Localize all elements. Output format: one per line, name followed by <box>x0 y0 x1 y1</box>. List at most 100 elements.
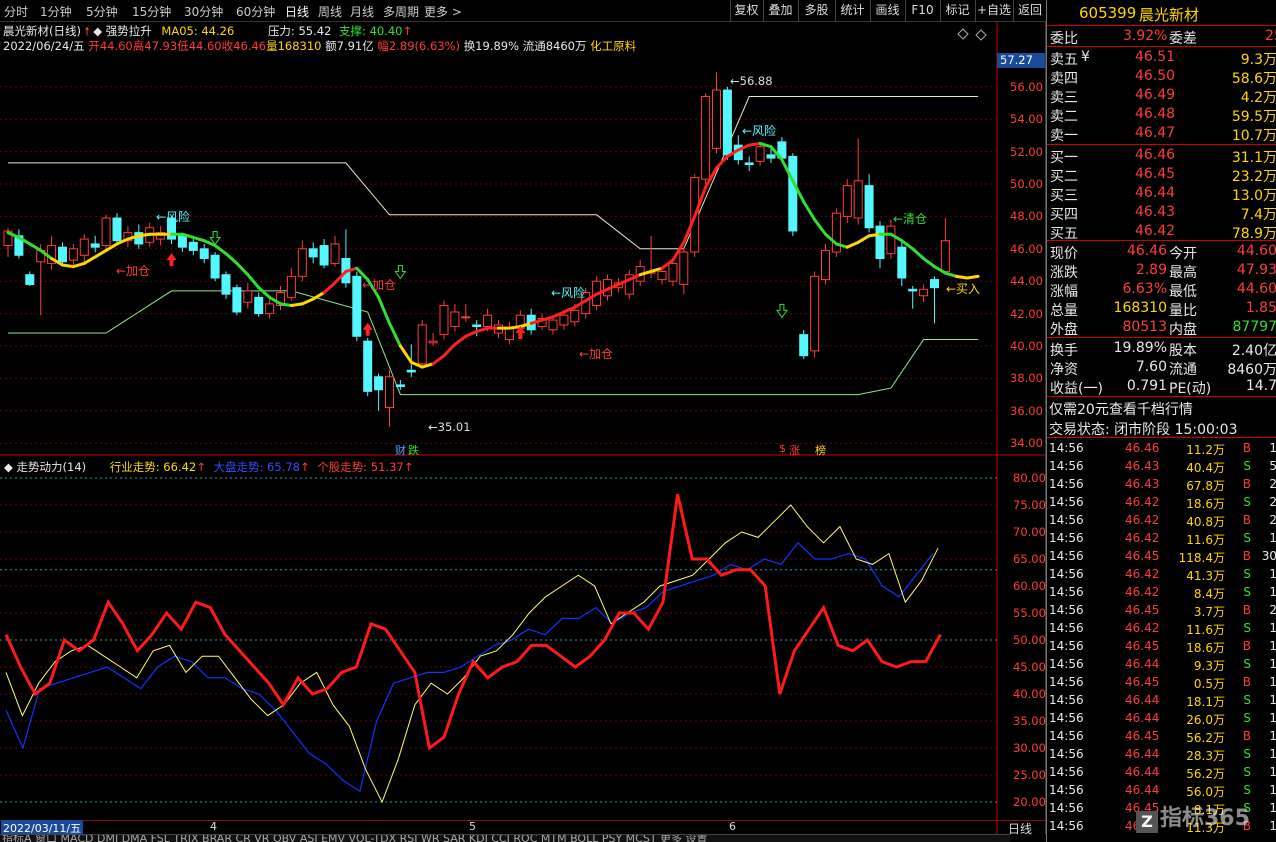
tick-row: 14:56 46.42 40.8万 B 2 <box>1047 511 1276 529</box>
tick-volume: 26.0万 <box>1186 713 1225 727</box>
tick-count: 1 <box>1269 783 1276 797</box>
candle-body <box>101 217 111 247</box>
tick-direction: B <box>1242 441 1251 455</box>
candle-body <box>450 311 460 328</box>
tick-volume: 18.6万 <box>1186 641 1225 655</box>
candle-body <box>483 314 493 328</box>
divider <box>1047 144 1276 145</box>
tick-direction: S <box>1243 567 1251 581</box>
trade-state: 交易状态: 闭市阶段 15:00:03 <box>1049 422 1238 438</box>
tick-time: 14:56 <box>1049 477 1084 491</box>
tick-row: 14:56 46.44 28.3万 S 1 <box>1047 745 1276 763</box>
candle-body <box>406 369 416 373</box>
order-price: 46.44 <box>1135 185 1176 201</box>
candle-body <box>559 314 569 326</box>
order-price: 46.43 <box>1135 204 1176 220</box>
tick-count: 1 <box>1269 531 1276 545</box>
tick-price: 46.43 <box>1125 477 1160 491</box>
candle-body <box>308 248 318 258</box>
tick-price: 46.45 <box>1125 675 1160 689</box>
tick-direction: S <box>1243 693 1251 707</box>
month-label: 4 <box>210 820 217 833</box>
tick-time: 14:56 <box>1049 639 1084 653</box>
indicator-tab-bar[interactable]: 指标A 窗口 MACD DMI DMA FSL TRIX BRAR CR VR … <box>0 834 1010 842</box>
signal-line-segment <box>954 274 969 280</box>
sell-order-row: 卖一 46.47 10.7万 <box>1047 124 1276 144</box>
candle-body <box>886 225 896 255</box>
price-tick-label: 34.00 <box>1010 436 1043 451</box>
stat-value: 1.85 <box>1245 300 1276 316</box>
stat-value: 19.89% <box>1113 340 1167 356</box>
arrow-left-icon: ← <box>428 420 438 434</box>
signal-line-segment <box>464 329 479 338</box>
sell-order-row: 卖二 46.48 59.5万 <box>1047 105 1276 125</box>
candle-body <box>853 180 863 219</box>
promo-text[interactable]: 仅需20元查看千档行情 <box>1049 399 1193 419</box>
webi-row: 委比 3.92% 委差 25 <box>1047 27 1276 47</box>
buy-order-row: 买一 46.46 31.1万 <box>1047 146 1276 166</box>
dollar-marker[interactable]: $ <box>779 442 786 455</box>
tick-time: 14:56 <box>1049 459 1084 473</box>
candle-body <box>428 340 438 344</box>
tick-row: 14:56 46.44 18.1万 S 1 <box>1047 691 1276 709</box>
candle-body <box>112 217 122 242</box>
risk-signal-label: ←风险 <box>742 124 777 138</box>
sub-tick-label: 65.00 <box>1013 552 1046 566</box>
stat-value: 8460万 <box>1227 362 1276 378</box>
period-label[interactable]: 日线 <box>1008 820 1032 837</box>
sub-indicator-title[interactable]: 走势动力(14) <box>17 460 87 474</box>
kline-chart-canvas[interactable] <box>0 0 1046 842</box>
rise-marker[interactable]: 涨 <box>789 442 800 458</box>
drop-marker[interactable]: 跌 <box>408 442 419 458</box>
tick-direction: B <box>1242 639 1251 653</box>
candle-body <box>788 155 798 232</box>
promo-row[interactable]: 仅需20元查看千档行情 <box>1047 398 1276 419</box>
tick-row: 14:56 46.46 11.2万 B 1 <box>1047 439 1276 457</box>
tick-direction: B <box>1242 675 1251 689</box>
tick-count: 1 <box>1269 765 1276 779</box>
weicha-label: 委差 <box>1169 31 1197 47</box>
candle-body <box>810 275 820 352</box>
signal-line <box>6 142 980 369</box>
weicha-value: 25 <box>1265 28 1276 44</box>
tick-volume: 11.6万 <box>1186 623 1225 637</box>
candle-body <box>755 146 765 162</box>
tick-volume: 40.8万 <box>1186 515 1225 529</box>
ranking-marker[interactable]: 榜 <box>815 442 826 458</box>
signal-line-segment <box>322 281 337 295</box>
financial-marker[interactable]: 财 <box>395 442 406 458</box>
candle-body <box>461 316 471 319</box>
tick-row: 14:56 46.45 118.4万 B 30 <box>1047 547 1276 565</box>
signal-line-segment <box>224 252 239 265</box>
order-volume: 58.6万 <box>1231 71 1276 87</box>
tick-time: 14:56 <box>1049 441 1084 455</box>
sub-tick-label: 40.00 <box>1013 687 1046 701</box>
order-label: 买一 <box>1050 150 1078 166</box>
tick-time: 14:56 <box>1049 567 1084 581</box>
candle-body <box>221 274 231 295</box>
tick-direction: S <box>1243 495 1251 509</box>
tick-direction: S <box>1243 783 1251 797</box>
signal-line-segment <box>943 271 958 278</box>
tick-direction: B <box>1242 729 1251 743</box>
order-volume: 31.1万 <box>1231 150 1276 166</box>
signal-line-segment <box>213 244 228 256</box>
signal-line-segment <box>911 247 926 261</box>
tick-volume: 11.2万 <box>1186 443 1225 457</box>
candle-body <box>930 279 939 289</box>
signal-line-segment <box>475 326 490 333</box>
price-tick-label: 36.00 <box>1010 403 1043 418</box>
stat-label: 外盘 <box>1050 322 1078 338</box>
sell-order-row: 卖四 46.50 58.6万 <box>1047 67 1276 87</box>
tick-direction: S <box>1243 459 1251 473</box>
candle-body <box>722 89 732 156</box>
stat-row: 净资 7.60 流通 8460万 <box>1047 358 1276 378</box>
tick-price: 46.44 <box>1125 783 1160 797</box>
tick-time: 14:56 <box>1049 819 1084 833</box>
candle-body <box>842 185 852 217</box>
stat-row: 涨跌 2.89 最高 47.93 <box>1047 261 1276 281</box>
price-tick-label: 54.00 <box>1010 112 1043 127</box>
order-price: 46.46 <box>1135 147 1176 163</box>
tick-price: 46.42 <box>1125 567 1160 581</box>
candle-body <box>363 340 373 392</box>
